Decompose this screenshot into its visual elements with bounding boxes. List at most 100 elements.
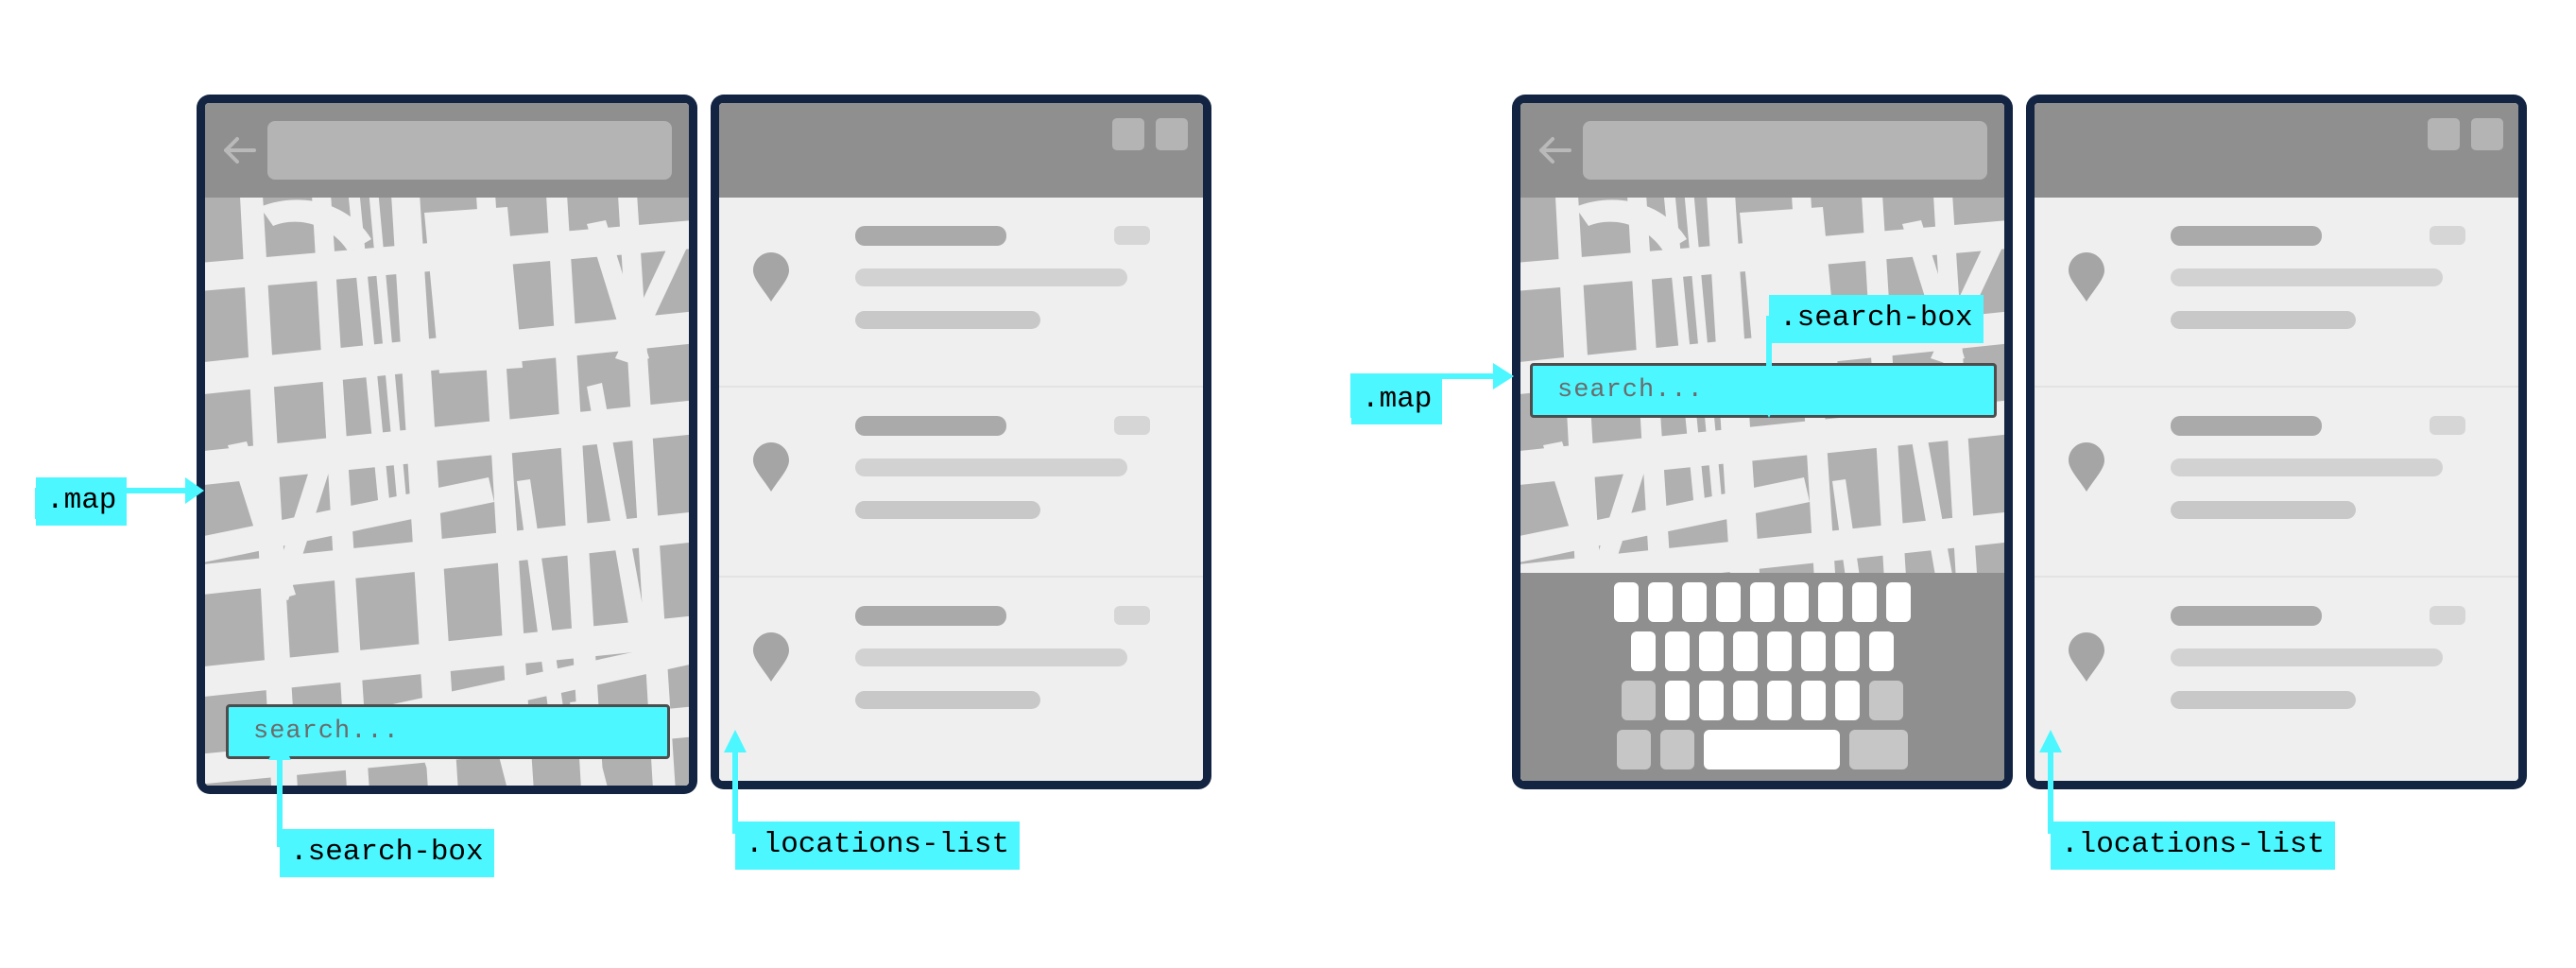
keyboard-key[interactable]	[1818, 582, 1843, 622]
list-item-badge	[2430, 416, 2465, 435]
annotation-locations-list-2: .locations-list	[2051, 821, 2336, 870]
keyboard-row-3	[1528, 681, 1997, 720]
list-item-line-2	[855, 311, 1040, 329]
list-item-badge	[1114, 226, 1150, 245]
keyboard-key[interactable]	[1699, 631, 1724, 671]
list-item-title	[855, 416, 1006, 436]
list-header-2	[2035, 103, 2518, 198]
list-item-line-2	[855, 501, 1040, 519]
locations-list-screen-2	[2035, 103, 2518, 781]
keyboard-key[interactable]	[1767, 631, 1792, 671]
list-item-badge	[1114, 416, 1150, 435]
locations-list-2[interactable]	[2035, 198, 2518, 781]
keyboard-key[interactable]	[1716, 582, 1741, 622]
keyboard-key[interactable]	[1631, 631, 1656, 671]
keyboard-key[interactable]	[1801, 681, 1826, 720]
list-item[interactable]	[2035, 578, 2518, 768]
list-item-title	[2171, 226, 2322, 246]
list-item-badge	[1114, 606, 1150, 625]
keyboard-key[interactable]	[1801, 631, 1826, 671]
map-pin-icon	[753, 442, 789, 492]
locations-list-screen-1	[719, 103, 1203, 781]
list-item-line-2	[855, 691, 1040, 709]
keyboard-key[interactable]	[1665, 681, 1690, 720]
list-item-title	[855, 226, 1006, 246]
keyboard-row-2	[1528, 631, 1997, 671]
keyboard-key[interactable]	[1750, 582, 1775, 622]
keyboard-key[interactable]	[1835, 681, 1860, 720]
keyboard-key[interactable]	[1699, 681, 1724, 720]
keyboard-space-key[interactable]	[1704, 730, 1840, 769]
map-pin-icon	[753, 252, 789, 302]
keyboard-shift-key[interactable]	[1622, 681, 1656, 720]
locations-list-device-frame-2	[2026, 95, 2527, 789]
list-item-line-2	[2171, 501, 2356, 519]
map-pin-icon	[2069, 632, 2104, 682]
map-pin-icon	[753, 632, 789, 682]
list-item-line-1	[2171, 268, 2443, 286]
annotation-locations-list-1: .locations-list	[735, 821, 1021, 870]
locations-list-device-frame-1	[711, 95, 1211, 789]
keyboard-key[interactable]	[1869, 631, 1894, 671]
keyboard-key[interactable]	[1614, 582, 1639, 622]
list-item-title	[2171, 416, 2322, 436]
list-item-title	[855, 606, 1006, 626]
search-placeholder-2: search...	[1557, 376, 1704, 405]
list-item[interactable]	[2035, 198, 2518, 388]
keyboard-key[interactable]	[1886, 582, 1911, 622]
list-item-badge	[2430, 606, 2465, 625]
keyboard-key[interactable]	[1682, 582, 1707, 622]
back-arrow-icon[interactable]	[1536, 133, 1573, 167]
keyboard-key[interactable]	[1733, 631, 1758, 671]
url-bar-2[interactable]	[1583, 121, 1987, 180]
keyboard-row-1	[1528, 582, 1997, 622]
keyboard-key[interactable]	[1733, 681, 1758, 720]
list-item-line-1	[2171, 648, 2443, 666]
back-arrow-icon[interactable]	[220, 133, 258, 167]
list-item[interactable]	[719, 578, 1203, 768]
locations-list-1[interactable]	[719, 198, 1203, 781]
keyboard-enter-key[interactable]	[1849, 730, 1908, 769]
keyboard-key[interactable]	[1852, 582, 1877, 622]
keyboard-key[interactable]	[1767, 681, 1792, 720]
list-item-line-1	[855, 458, 1127, 476]
keyboard-row-4	[1528, 730, 1997, 769]
keyboard-symbols-key[interactable]	[1617, 730, 1651, 769]
header-square-icon[interactable]	[2428, 118, 2460, 150]
keyboard-key[interactable]	[1784, 582, 1809, 622]
map-pin-icon	[2069, 442, 2104, 492]
annotation-map-1: .map	[36, 477, 128, 526]
header-square-icon[interactable]	[1112, 118, 1144, 150]
list-item[interactable]	[2035, 388, 2518, 578]
browser-chrome-1	[205, 103, 689, 198]
keyboard-emoji-key[interactable]	[1660, 730, 1694, 769]
map-streets-1	[205, 198, 689, 786]
list-item[interactable]	[719, 198, 1203, 388]
map-screen-1: search...	[205, 103, 689, 786]
browser-chrome-2	[1520, 103, 2004, 198]
header-square-icon[interactable]	[1156, 118, 1188, 150]
map-device-frame-1: search...	[197, 95, 697, 794]
keyboard-backspace-key[interactable]	[1869, 681, 1903, 720]
map-screen-2: search...	[1520, 103, 2004, 781]
keyboard-key[interactable]	[1648, 582, 1673, 622]
list-item-line-2	[2171, 311, 2356, 329]
map-device-frame-2: search...	[1512, 95, 2013, 789]
on-screen-keyboard[interactable]	[1520, 573, 2004, 781]
list-item[interactable]	[719, 388, 1203, 578]
header-square-icon[interactable]	[2471, 118, 2503, 150]
list-item-badge	[2430, 226, 2465, 245]
list-item-line-1	[855, 268, 1127, 286]
list-item-title	[2171, 606, 2322, 626]
annotation-search-box-2: .search-box	[1769, 295, 1984, 343]
list-item-line-1	[2171, 458, 2443, 476]
keyboard-key[interactable]	[1835, 631, 1860, 671]
map-pin-icon	[2069, 252, 2104, 302]
annotation-map-2: .map	[1351, 376, 1443, 424]
list-item-line-1	[855, 648, 1127, 666]
keyboard-key[interactable]	[1665, 631, 1690, 671]
url-bar-1[interactable]	[267, 121, 672, 180]
list-item-line-2	[2171, 691, 2356, 709]
map-1[interactable]	[205, 198, 689, 786]
list-header-1	[719, 103, 1203, 198]
